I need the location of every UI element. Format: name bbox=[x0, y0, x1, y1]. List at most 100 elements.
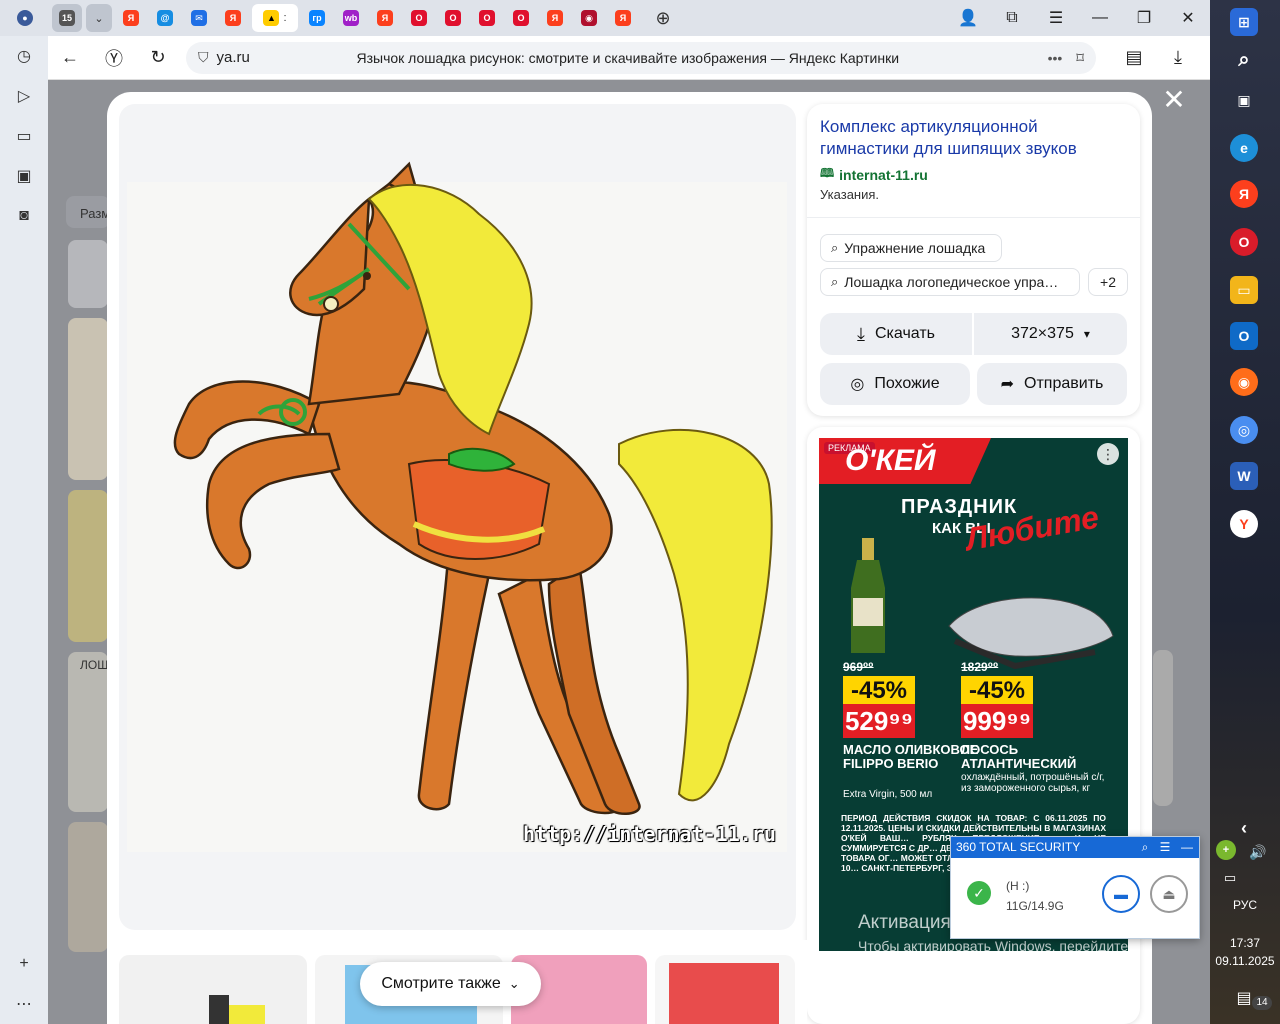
browser-tab[interactable]: гр bbox=[302, 4, 332, 32]
download-label: Скачать bbox=[874, 325, 935, 342]
url-box[interactable]: ⛉ ya.ru Язычок лошадка рисунок: смотрите… bbox=[186, 41, 1096, 74]
divider bbox=[807, 217, 1140, 218]
tag-chip-2[interactable]: ⌕ Лошадка логопедическое упра… bbox=[820, 268, 1080, 296]
yandex-icon: Я bbox=[225, 10, 241, 26]
profile-icon[interactable]: 👤 bbox=[946, 0, 990, 36]
source-title-link[interactable]: Комплекс артикуляционной гимнастики для … bbox=[820, 116, 1120, 160]
opera-icon: O bbox=[479, 10, 495, 26]
image-search-icon: ▲ bbox=[263, 10, 280, 26]
browser-menu-icon[interactable]: ● bbox=[10, 4, 40, 32]
play-icon[interactable]: ▷ bbox=[0, 76, 48, 116]
reader-icon[interactable]: ▤ bbox=[1112, 36, 1156, 80]
tabs-dropdown-icon[interactable]: ⌄ bbox=[86, 4, 112, 32]
minimize-icon[interactable]: — bbox=[1078, 0, 1122, 36]
image-watermark: http://internat-11.ru bbox=[523, 822, 776, 846]
security-popup-header: 360 TOTAL SECURITY ⌕ ☰ — bbox=[951, 837, 1199, 858]
eject-button[interactable]: ⏏ bbox=[1150, 875, 1188, 913]
add-panel-icon[interactable]: + bbox=[0, 944, 48, 984]
tags-more-button[interactable]: +2 bbox=[1088, 268, 1128, 296]
yandex-home-icon[interactable]: Ⓨ bbox=[92, 36, 136, 80]
modal-close-icon[interactable]: ✕ bbox=[1160, 86, 1188, 114]
chrome-icon[interactable]: ◎ bbox=[1230, 416, 1258, 444]
reload-icon[interactable]: ↻ bbox=[136, 36, 180, 80]
browser-tab[interactable]: O bbox=[506, 4, 536, 32]
bookmark-icon[interactable]: ⌑ bbox=[1076, 49, 1084, 67]
outlook-icon[interactable]: O bbox=[1230, 322, 1258, 350]
ad-brand-logo: О'КЕЙ bbox=[845, 444, 936, 477]
main-image[interactable]: http://internat-11.ru bbox=[119, 104, 796, 930]
share-button[interactable]: ➦ Отправить bbox=[977, 363, 1127, 405]
tab-active[interactable]: ▲ : bbox=[252, 4, 298, 32]
more-panels-icon[interactable]: ⋯ bbox=[0, 984, 48, 1024]
restore-icon[interactable]: ❐ bbox=[1122, 0, 1166, 36]
see-also-button[interactable]: Смотрите также ⌄ bbox=[360, 962, 541, 1006]
security-tray-icon[interactable]: + bbox=[1216, 840, 1236, 860]
menu-icon[interactable]: ☰ bbox=[1155, 837, 1175, 858]
download-button[interactable]: ⤓ Скачать bbox=[820, 313, 972, 355]
browser-tab[interactable]: Я bbox=[116, 4, 146, 32]
yandex-icon: Я bbox=[615, 10, 631, 26]
explorer-icon[interactable]: ▭ bbox=[1230, 276, 1258, 304]
source-description: Указания. bbox=[820, 187, 880, 202]
source-panel: Комплекс артикуляционной гимнастики для … bbox=[807, 104, 1140, 416]
calendar-icon[interactable]: ▣ bbox=[0, 156, 48, 196]
search-icon[interactable]: ⌕ bbox=[1230, 46, 1258, 74]
yandex-icon[interactable]: Я bbox=[1230, 180, 1258, 208]
related-thumb[interactable] bbox=[119, 955, 307, 1024]
browser-tab[interactable]: O bbox=[404, 4, 434, 32]
browser-tab[interactable]: Я bbox=[540, 4, 570, 32]
related-thumb[interactable] bbox=[655, 955, 795, 1024]
close-window-icon[interactable]: ✕ bbox=[1166, 0, 1210, 36]
browser-tab[interactable]: Я bbox=[370, 4, 400, 32]
size-select[interactable]: 372×375 ▾ bbox=[974, 313, 1127, 355]
edge-icon[interactable]: e bbox=[1230, 134, 1258, 162]
tab-count-badge: 15 bbox=[59, 10, 75, 26]
browser-tab[interactable]: O bbox=[472, 4, 502, 32]
task-view-icon[interactable]: ▣ bbox=[1230, 86, 1258, 114]
tag-chip-1[interactable]: ⌕ Упражнение лошадка bbox=[820, 234, 1002, 262]
product2-detail: охлаждённый, потрошёный с/г, из замороже… bbox=[961, 772, 1105, 794]
firefox-icon[interactable]: ◉ bbox=[1230, 368, 1258, 396]
new-tab-icon[interactable]: ⊕ bbox=[650, 4, 676, 32]
history-icon[interactable]: ◷ bbox=[0, 36, 48, 76]
word-icon[interactable]: W bbox=[1230, 462, 1258, 490]
start-icon[interactable]: ⊞ bbox=[1230, 8, 1258, 36]
similar-label: Похожие bbox=[874, 375, 940, 392]
network-icon[interactable]: ▭ bbox=[1216, 864, 1244, 892]
minimize-icon[interactable]: — bbox=[1175, 837, 1199, 858]
browser-tab[interactable]: @ bbox=[150, 4, 180, 32]
search-icon[interactable]: ⌕ bbox=[1135, 837, 1155, 858]
similar-button[interactable]: ◎ Похожие bbox=[820, 363, 970, 405]
language-indicator[interactable]: РУС bbox=[1210, 898, 1280, 912]
volume-icon[interactable]: 🔊 bbox=[1244, 838, 1272, 866]
screenshot-icon[interactable]: ◙ bbox=[0, 196, 48, 236]
yandex-browser-icon[interactable]: Y bbox=[1230, 510, 1258, 538]
tab-list-2: гр wb Я O O O O Я ◉ Я bbox=[298, 4, 638, 32]
browser-tab[interactable]: ✉ bbox=[184, 4, 214, 32]
collections-icon[interactable]: ⧉ bbox=[990, 0, 1034, 36]
back-icon[interactable]: ← bbox=[48, 36, 92, 80]
clock-time[interactable]: 17:37 bbox=[1210, 936, 1280, 950]
browser-tab[interactable]: wb bbox=[336, 4, 366, 32]
source-domain-link[interactable]: 🕮 internat-11.ru bbox=[820, 164, 928, 185]
open-folder-button[interactable]: ▬ bbox=[1102, 875, 1140, 913]
tab-count-button[interactable]: 15 bbox=[52, 4, 82, 32]
download-icon[interactable]: ⤓ bbox=[1156, 36, 1200, 80]
browser-tab[interactable]: O bbox=[438, 4, 468, 32]
search-icon: ⌕ bbox=[831, 240, 839, 255]
shield-icon: ⛉ bbox=[198, 49, 209, 65]
activation-line: Чтобы активировать Windows, перейдите в bbox=[858, 938, 1140, 954]
tag-label: Упражнение лошадка bbox=[844, 240, 986, 256]
browser-tab[interactable]: Я bbox=[218, 4, 248, 32]
more-icon[interactable]: ••• bbox=[1048, 50, 1063, 66]
lips-icon: ◉ bbox=[581, 10, 597, 26]
browser-tab[interactable]: Я bbox=[608, 4, 638, 32]
browser-tab[interactable]: ◉ bbox=[574, 4, 604, 32]
url-text[interactable]: ya.ru bbox=[217, 49, 357, 66]
menu-icon[interactable]: ☰ bbox=[1034, 0, 1078, 36]
notes-icon[interactable]: ▭ bbox=[0, 116, 48, 156]
clock-date[interactable]: 09.11.2025 bbox=[1210, 954, 1280, 968]
ad-more-icon[interactable]: ⋮ bbox=[1097, 443, 1119, 465]
opera-icon: O bbox=[445, 10, 461, 26]
opera-icon[interactable]: O bbox=[1230, 228, 1258, 256]
